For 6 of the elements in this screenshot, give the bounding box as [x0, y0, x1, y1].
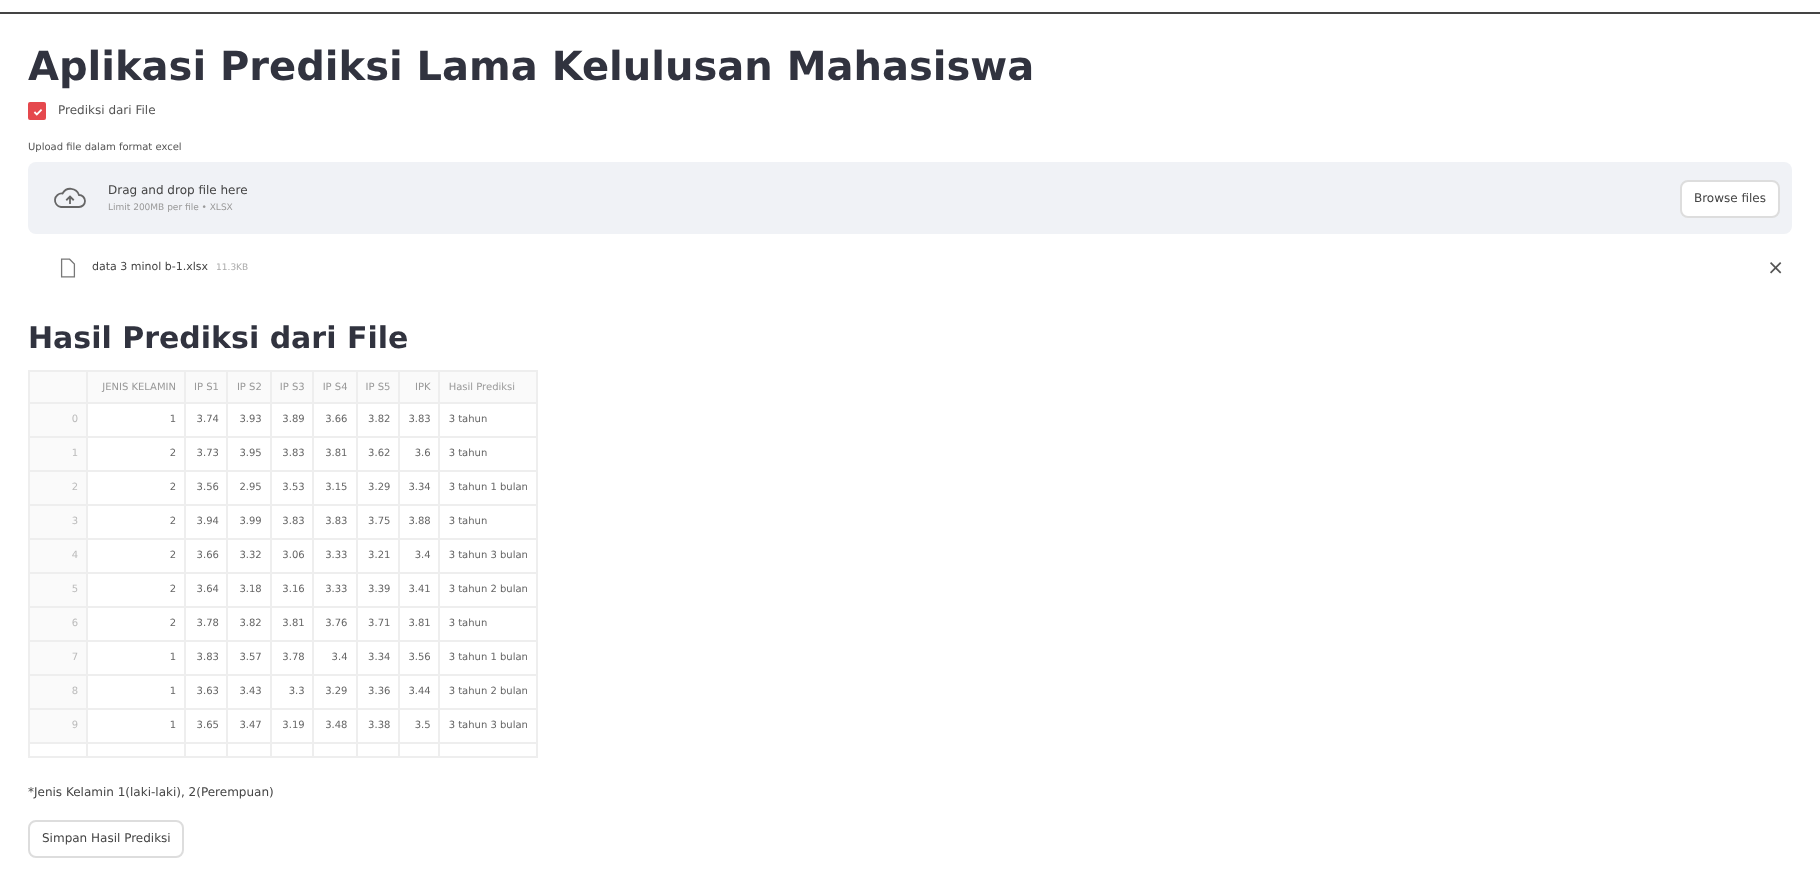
- page-title: Aplikasi Prediksi Lama Kelulusan Mahasiswa: [28, 40, 1037, 92]
- section-title: Hasil Prediksi dari File: [28, 318, 411, 358]
- cloud-upload-icon: [52, 186, 88, 210]
- close-button[interactable]: ×: [1759, 257, 1792, 279]
- file-icon: [60, 258, 76, 278]
- checkbox[interactable]: [28, 102, 46, 120]
